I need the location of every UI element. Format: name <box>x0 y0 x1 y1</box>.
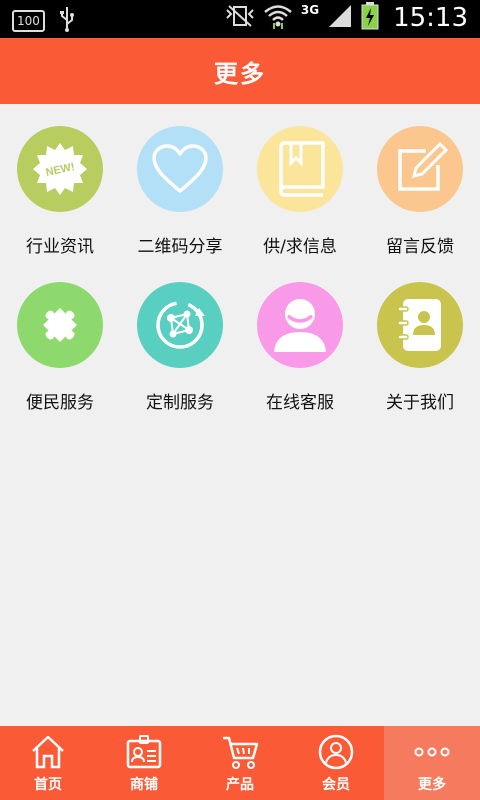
tab-label: 会员 <box>322 777 350 793</box>
battery-icon <box>361 2 379 34</box>
grid-item-feedback[interactable]: 留言反馈 <box>360 104 480 260</box>
tab-label: 更多 <box>418 777 446 793</box>
id-card-icon <box>126 735 162 769</box>
icon-circle <box>17 282 103 368</box>
tab-label: 商铺 <box>130 777 158 793</box>
grid-item-label: 供/求信息 <box>263 237 337 257</box>
grid-item-qrcode-share[interactable]: 二维码分享 <box>120 104 240 260</box>
tab-more[interactable]: 更多 <box>384 726 480 800</box>
tab-label: 产品 <box>226 777 254 793</box>
contacts-icon <box>397 299 441 351</box>
user-icon <box>274 299 326 352</box>
grid-item-industry-news[interactable]: NEW! 行业资讯 <box>0 104 120 260</box>
home-icon <box>32 735 64 769</box>
grid-item-custom-service[interactable]: 定制服务 <box>120 260 240 416</box>
status-bar: 100 3G 15:13 <box>0 0 480 38</box>
page-title: 更多 <box>214 59 266 88</box>
tab-members[interactable]: 会员 <box>288 726 384 800</box>
tab-products[interactable]: 产品 <box>192 726 288 800</box>
grid-item-label: 二维码分享 <box>137 237 223 257</box>
grid-item-convenience-service[interactable]: 便民服务 <box>0 260 120 416</box>
signal-icon <box>327 3 353 33</box>
vibrate-mute-icon <box>225 4 255 32</box>
battery-percent-badge: 100 <box>12 10 45 32</box>
grid-item-label: 在线客服 <box>266 393 334 413</box>
clock: 15:13 <box>393 3 468 33</box>
grid-item-label: 便民服务 <box>26 393 94 413</box>
grid-item-about-us[interactable]: 关于我们 <box>360 260 480 416</box>
book-icon <box>279 141 325 197</box>
grid-item-label: 定制服务 <box>146 393 214 413</box>
icon-circle <box>137 282 223 368</box>
icon-circle: NEW! <box>17 126 103 212</box>
grid-item-online-support[interactable]: 在线客服 <box>240 260 360 416</box>
network-type: 3G <box>300 3 320 17</box>
usb-icon <box>59 6 75 36</box>
icon-circle <box>377 126 463 212</box>
grid-item-label: 行业资讯 <box>26 237 94 257</box>
wifi-icon <box>263 3 293 33</box>
grid-item-label: 留言反馈 <box>386 237 454 257</box>
puzzle-icon <box>43 308 77 342</box>
icon-circle <box>377 282 463 368</box>
icon-circle <box>257 282 343 368</box>
title-bar: 更多 <box>0 38 480 104</box>
icon-circle <box>257 126 343 212</box>
cart-icon <box>223 736 259 769</box>
more-dots-icon <box>414 747 450 757</box>
heart-icon <box>152 144 208 193</box>
tab-label: 首页 <box>34 777 62 793</box>
network-icon <box>156 301 205 349</box>
tab-shops[interactable]: 商铺 <box>96 726 192 800</box>
grid-item-supply-demand[interactable]: 供/求信息 <box>240 104 360 260</box>
new-badge-icon: NEW! <box>33 143 87 195</box>
edit-note-icon <box>398 141 448 191</box>
member-icon <box>318 734 354 770</box>
icon-circle <box>137 126 223 212</box>
tab-home[interactable]: 首页 <box>0 726 96 800</box>
grid-item-label: 关于我们 <box>386 393 454 413</box>
bottom-tab-bar: 首页 商铺 产品 会员 更多 <box>0 726 480 800</box>
